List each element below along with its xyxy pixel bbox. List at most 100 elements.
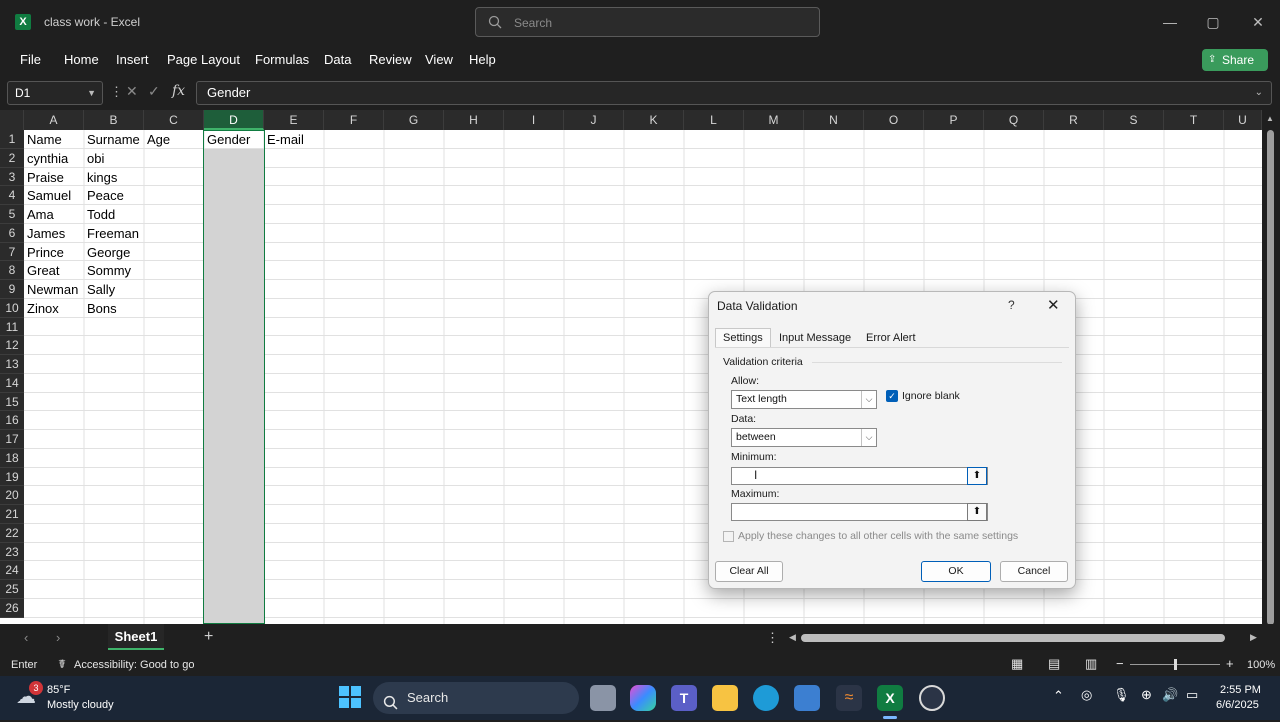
menu-view[interactable]: View: [425, 52, 453, 67]
dialog-close-button[interactable]: ✕: [1047, 296, 1060, 314]
row-header-26[interactable]: 26: [0, 598, 24, 618]
weather-desc[interactable]: Mostly cloudy: [47, 699, 114, 711]
obs-icon[interactable]: [919, 685, 945, 711]
taskbar-search[interactable]: Search: [373, 682, 579, 714]
maximize-button[interactable]: ▢: [1203, 12, 1223, 32]
menu-home[interactable]: Home: [64, 52, 99, 67]
scroll-left-icon[interactable]: ◀: [789, 632, 796, 643]
cell-b6[interactable]: Freeman: [84, 224, 139, 243]
row-header-10[interactable]: 10: [0, 298, 24, 318]
row-header-5[interactable]: 5: [0, 205, 24, 224]
row-header-11[interactable]: 11: [0, 317, 24, 337]
column-header-j[interactable]: J: [564, 110, 624, 130]
volume-icon[interactable]: 🔊: [1162, 687, 1178, 703]
xampp-icon[interactable]: ≈: [836, 685, 862, 711]
row-header-2[interactable]: 2: [0, 148, 24, 168]
menu-help[interactable]: Help: [469, 52, 496, 67]
tab-error-alert[interactable]: Error Alert: [866, 332, 916, 344]
data-select[interactable]: between ⌵: [731, 428, 877, 447]
cancel-entry-icon[interactable]: ✕: [126, 83, 138, 100]
cancel-button[interactable]: Cancel: [1000, 561, 1068, 582]
page-break-view-icon[interactable]: ▥: [1085, 656, 1097, 672]
network-icon[interactable]: ⊕: [1141, 687, 1152, 703]
normal-view-icon[interactable]: ▦: [1011, 656, 1023, 672]
column-header-i[interactable]: I: [504, 110, 564, 130]
teams-icon[interactable]: T: [671, 685, 697, 711]
row-header-24[interactable]: 24: [0, 561, 24, 580]
cell-b5[interactable]: Todd: [84, 205, 115, 224]
column-header-n[interactable]: N: [804, 110, 864, 130]
cell-a2[interactable]: cynthia: [24, 149, 68, 168]
column-header-m[interactable]: M: [744, 110, 804, 130]
minimum-range-picker-button[interactable]: ⬆: [967, 467, 987, 485]
expand-formula-icon[interactable]: ⌄: [1255, 82, 1263, 104]
formula-input[interactable]: Gender ⌄: [196, 81, 1272, 105]
row-header-19[interactable]: 19: [0, 467, 24, 487]
name-box[interactable]: D1 ▼: [7, 81, 103, 105]
row-header-7[interactable]: 7: [0, 242, 24, 262]
tray-app-icon[interactable]: ◎: [1081, 687, 1092, 703]
menu-insert[interactable]: Insert: [116, 52, 149, 67]
insert-function-icon[interactable]: fx: [172, 83, 185, 99]
row-header-15[interactable]: 15: [0, 392, 24, 412]
row-header-8[interactable]: 8: [0, 261, 24, 280]
cell-c1[interactable]: Age: [144, 130, 170, 149]
clock-time[interactable]: 2:55 PM: [1220, 684, 1261, 696]
column-header-a[interactable]: A: [24, 110, 84, 130]
tray-overflow-icon[interactable]: ⌃: [1053, 688, 1064, 704]
add-sheet-icon[interactable]: +: [204, 628, 213, 646]
row-header-12[interactable]: 12: [0, 336, 24, 355]
menu-file[interactable]: File: [20, 52, 41, 67]
column-header-f[interactable]: F: [324, 110, 384, 130]
row-header-9[interactable]: 9: [0, 280, 24, 299]
cell-e1[interactable]: E-mail: [264, 130, 304, 149]
excel-taskbar-icon[interactable]: X: [877, 685, 903, 711]
column-header-r[interactable]: R: [1044, 110, 1104, 130]
row-header-21[interactable]: 21: [0, 505, 24, 524]
row-header-14[interactable]: 14: [0, 373, 24, 393]
menu-formulas[interactable]: Formulas: [255, 52, 309, 67]
row-header-16[interactable]: 16: [0, 411, 24, 430]
scroll-right-icon[interactable]: ▶: [1250, 632, 1257, 643]
row-header-4[interactable]: 4: [0, 186, 24, 205]
vertical-scrollbar[interactable]: ▲: [1262, 110, 1280, 625]
copilot-icon[interactable]: [630, 685, 656, 711]
share-button[interactable]: ⇪ Share: [1202, 49, 1268, 71]
page-layout-view-icon[interactable]: ▤: [1048, 656, 1060, 672]
cell-a6[interactable]: James: [24, 224, 65, 243]
row-header-1[interactable]: 1: [0, 130, 24, 149]
column-header-u[interactable]: U: [1224, 110, 1262, 130]
zoom-out-icon[interactable]: −: [1116, 656, 1124, 671]
cell-a1[interactable]: Name: [24, 130, 62, 149]
allow-select[interactable]: Text length ⌵: [731, 390, 877, 409]
horizontal-scroll-thumb[interactable]: [801, 634, 1225, 642]
close-window-button[interactable]: ✕: [1248, 12, 1268, 32]
clock-date[interactable]: 6/6/2025: [1216, 699, 1259, 711]
column-header-s[interactable]: S: [1104, 110, 1164, 130]
cell-d1[interactable]: Gender: [204, 130, 250, 149]
task-view-icon[interactable]: [590, 685, 616, 711]
scroll-up-icon[interactable]: ▲: [1266, 114, 1274, 123]
more-options-icon[interactable]: ⋮: [110, 84, 123, 100]
column-header-h[interactable]: H: [444, 110, 504, 130]
menu-data[interactable]: Data: [324, 52, 351, 67]
file-explorer-icon[interactable]: [712, 685, 738, 711]
help-icon[interactable]: ?: [1008, 298, 1015, 312]
cell-a3[interactable]: Praise: [24, 168, 64, 187]
windows-start-icon[interactable]: [339, 686, 361, 708]
microphone-icon[interactable]: 🎙: [1113, 687, 1130, 703]
cell-b3[interactable]: kings: [84, 168, 117, 187]
column-header-t[interactable]: T: [1164, 110, 1224, 130]
cell-b2[interactable]: obi: [84, 149, 104, 168]
cell-b1[interactable]: Surname: [84, 130, 140, 149]
sheet-tab-sheet1[interactable]: Sheet1: [108, 624, 164, 650]
zoom-in-icon[interactable]: +: [1226, 656, 1234, 671]
select-all-corner[interactable]: [0, 110, 24, 130]
cell-b9[interactable]: Sally: [84, 280, 115, 299]
row-header-18[interactable]: 18: [0, 448, 24, 468]
column-header-e[interactable]: E: [264, 110, 324, 130]
battery-icon[interactable]: ▭: [1186, 687, 1198, 703]
apply-to-all-checkbox[interactable]: [723, 531, 734, 542]
ok-button[interactable]: OK: [921, 561, 991, 582]
title-search-box[interactable]: Search: [475, 7, 820, 37]
